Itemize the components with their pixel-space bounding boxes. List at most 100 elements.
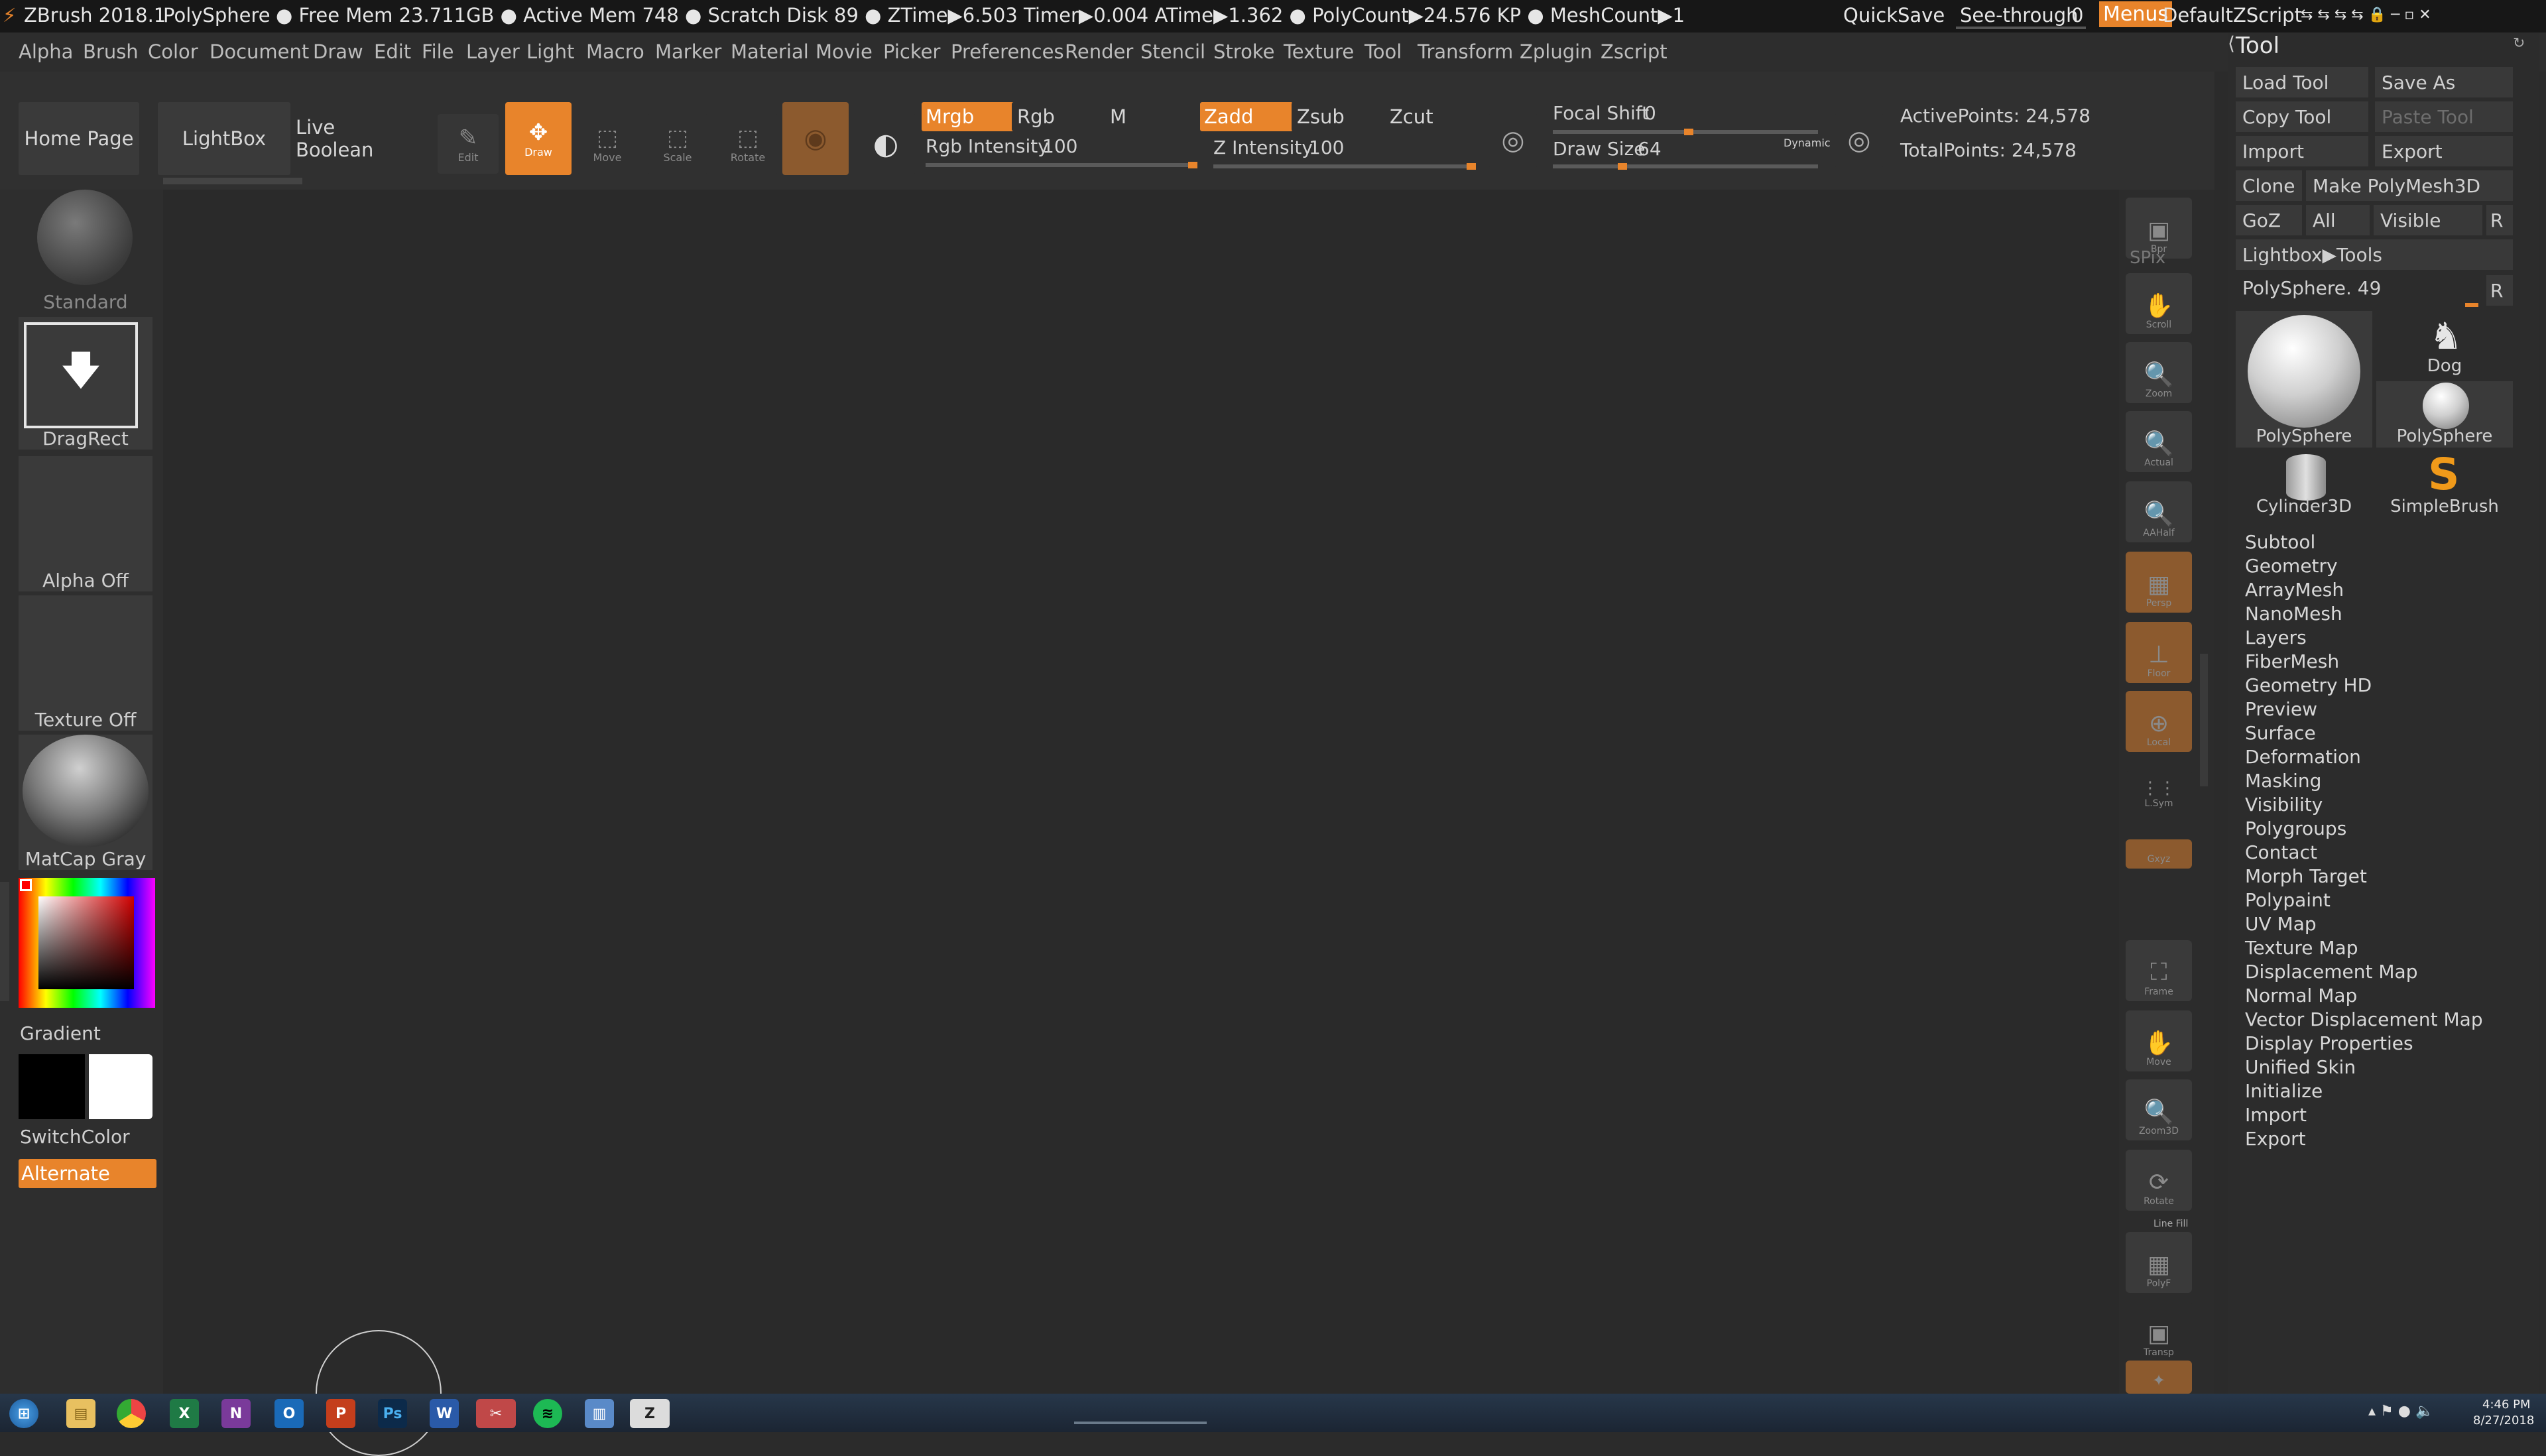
rgb-intensity-slider[interactable]	[926, 162, 1197, 168]
dynamic-toggle[interactable]: Dynamic	[1784, 137, 1831, 149]
document-canvas[interactable]	[163, 190, 2119, 1456]
save-as-button[interactable]: Save As	[2375, 67, 2513, 97]
file-explorer-icon[interactable]: ▤	[66, 1399, 95, 1428]
zoom3d-button[interactable]: 🔍 Zoom3D	[2126, 1079, 2192, 1140]
menu-layer[interactable]: Layer	[466, 40, 520, 63]
subpalette-fibermesh[interactable]: FiberMesh	[2245, 650, 2339, 672]
menus-button[interactable]: Menus	[2099, 1, 2172, 27]
powerpoint-icon[interactable]: P	[326, 1399, 355, 1428]
clock-date[interactable]: 8/27/2018	[2473, 1414, 2534, 1427]
notepad-icon[interactable]: ▥	[585, 1399, 614, 1428]
lightbox-tools-button[interactable]: Lightbox▶Tools	[2236, 239, 2513, 270]
lazy-target-button[interactable]: ◎	[1834, 114, 1884, 167]
subpalette-unified-skin[interactable]: Unified Skin	[2245, 1056, 2356, 1078]
subpalette-normal-map[interactable]: Normal Map	[2245, 985, 2357, 1006]
brush-selector[interactable]: Standard	[19, 190, 152, 313]
gxyz-button[interactable]: Gxyz	[2126, 839, 2192, 869]
outlook-icon[interactable]: O	[274, 1399, 304, 1428]
menu-stroke[interactable]: Stroke	[1213, 40, 1274, 63]
sculptris-pro-button[interactable]: ◉	[782, 102, 849, 175]
lsym-button[interactable]: ⋮⋮ L.Sym	[2126, 770, 2192, 813]
scroll-button[interactable]: ✋ Scroll	[2126, 273, 2192, 334]
import-button[interactable]: Import	[2236, 136, 2368, 166]
subpalette-polygroups[interactable]: Polygroups	[2245, 818, 2346, 839]
subpalette-texture-map[interactable]: Texture Map	[2245, 937, 2358, 959]
load-tool-button[interactable]: Load Tool	[2236, 67, 2368, 97]
excel-icon[interactable]: X	[170, 1399, 199, 1428]
tool-tile-dog[interactable]: ♞ Dog	[2376, 311, 2513, 377]
goz-r-button[interactable]: R	[2486, 205, 2513, 235]
menu-edit[interactable]: Edit	[374, 40, 411, 63]
alpha-selector[interactable]: Alpha Off	[19, 456, 152, 591]
mrgb-button[interactable]: Mrgb	[922, 102, 1014, 131]
menu-color[interactable]: Color	[148, 40, 198, 63]
subpalette-deformation[interactable]: Deformation	[2245, 746, 2361, 768]
tool-tile-polysphere-large[interactable]: PolySphere	[2236, 311, 2372, 448]
solo-button[interactable]: ✦	[2126, 1361, 2192, 1394]
menu-document[interactable]: Document	[210, 40, 309, 63]
right-dock-handle[interactable]	[2200, 654, 2208, 786]
copy-tool-button[interactable]: Copy Tool	[2236, 101, 2368, 132]
menu-tool[interactable]: Tool	[1364, 40, 1402, 63]
tool-r-button[interactable]: R	[2486, 275, 2513, 306]
color-picker[interactable]	[19, 878, 155, 1008]
zsub-button[interactable]: Zsub	[1292, 102, 1386, 131]
subpalette-subtool[interactable]: Subtool	[2245, 531, 2315, 553]
menu-stencil[interactable]: Stencil	[1140, 40, 1205, 63]
subpalette-layers[interactable]: Layers	[2245, 627, 2307, 648]
see-through-slider[interactable]	[1956, 27, 2086, 29]
primary-color-swatch[interactable]	[20, 879, 32, 891]
alternate-button[interactable]: Alternate	[19, 1159, 156, 1188]
start-button-icon[interactable]: ⊞	[9, 1399, 38, 1428]
make-polymesh3d-button[interactable]: Make PolyMesh3D	[2306, 170, 2513, 201]
rotate-view-button[interactable]: ⟳ Rotate	[2126, 1150, 2192, 1211]
tool-tile-simplebrush[interactable]: S SimpleBrush	[2376, 449, 2513, 518]
m-button[interactable]: M	[1105, 102, 1199, 131]
window-controls[interactable]: ⇆ ⇆ ⇆ ⇆ 🔒 ─ ▫ ✕	[2301, 7, 2431, 23]
photoshop-icon[interactable]: Ps	[378, 1399, 407, 1428]
chrome-icon[interactable]	[117, 1399, 146, 1428]
menu-draw[interactable]: Draw	[313, 40, 363, 63]
menu-picker[interactable]: Picker	[883, 40, 940, 63]
stroke-selector[interactable]: 🡇 DragRect	[19, 317, 152, 450]
see-through-label[interactable]: See-through	[1960, 4, 2079, 27]
subpalette-nanomesh[interactable]: NanoMesh	[2245, 603, 2342, 625]
tool-tile-cylinder3d[interactable]: Cylinder3D	[2236, 452, 2372, 518]
menu-movie[interactable]: Movie	[816, 40, 873, 63]
paste-tool-button[interactable]: Paste Tool	[2375, 101, 2513, 132]
local-button[interactable]: ⊕ Local	[2126, 691, 2192, 752]
draw-mode-button[interactable]: ✥ Draw	[505, 102, 572, 175]
subpalette-geometry[interactable]: Geometry	[2245, 555, 2338, 577]
subpalette-preview[interactable]: Preview	[2245, 698, 2317, 720]
rotate-mode-button[interactable]: ⬚ Rotate	[717, 114, 778, 174]
spotify-icon[interactable]: ≋	[533, 1399, 562, 1428]
menu-alpha[interactable]: Alpha	[19, 40, 73, 63]
menu-macro[interactable]: Macro	[586, 40, 644, 63]
move-view-button[interactable]: ✋ Move	[2126, 1010, 2192, 1071]
subpalette-display-properties[interactable]: Display Properties	[2245, 1032, 2413, 1054]
main-color-white[interactable]	[89, 1054, 152, 1119]
subpalette-geometry-hd[interactable]: Geometry HD	[2245, 674, 2372, 696]
goz-visible-button[interactable]: Visible	[2374, 205, 2482, 235]
frame-button[interactable]: ⛶ Frame	[2126, 940, 2192, 1001]
color-sphere-button[interactable]: ◐	[855, 114, 916, 174]
persp-button[interactable]: ▦ Persp	[2126, 552, 2192, 613]
menu-preferences[interactable]: Preferences	[951, 40, 1064, 63]
subpalette-masking[interactable]: Masking	[2245, 770, 2321, 792]
zbrush-taskbar-icon[interactable]: Z	[630, 1399, 670, 1428]
lightbox-button[interactable]: LightBox	[158, 102, 290, 175]
floor-button[interactable]: ⊥ Floor	[2126, 622, 2192, 683]
material-selector[interactable]: MatCap Gray	[19, 735, 152, 870]
subpalette-uv-map[interactable]: UV Map	[2245, 913, 2317, 935]
live-boolean-button[interactable]: Live Boolean	[296, 102, 410, 175]
subpalette-arraymesh[interactable]: ArrayMesh	[2245, 579, 2344, 601]
menu-texture[interactable]: Texture	[1284, 40, 1354, 63]
subpalette-polypaint[interactable]: Polypaint	[2245, 889, 2331, 911]
subpalette-visibility[interactable]: Visibility	[2245, 794, 2323, 816]
subpalette-vector-displacement-map[interactable]: Vector Displacement Map	[2245, 1008, 2483, 1030]
polyf-button[interactable]: ▦ PolyF	[2126, 1232, 2192, 1293]
edit-mode-button[interactable]: ✎ Edit	[438, 114, 499, 174]
tool-palette-title[interactable]: Tool	[2236, 32, 2279, 59]
subpalette-morph-target[interactable]: Morph Target	[2245, 865, 2367, 887]
menu-light[interactable]: Light	[526, 40, 574, 63]
